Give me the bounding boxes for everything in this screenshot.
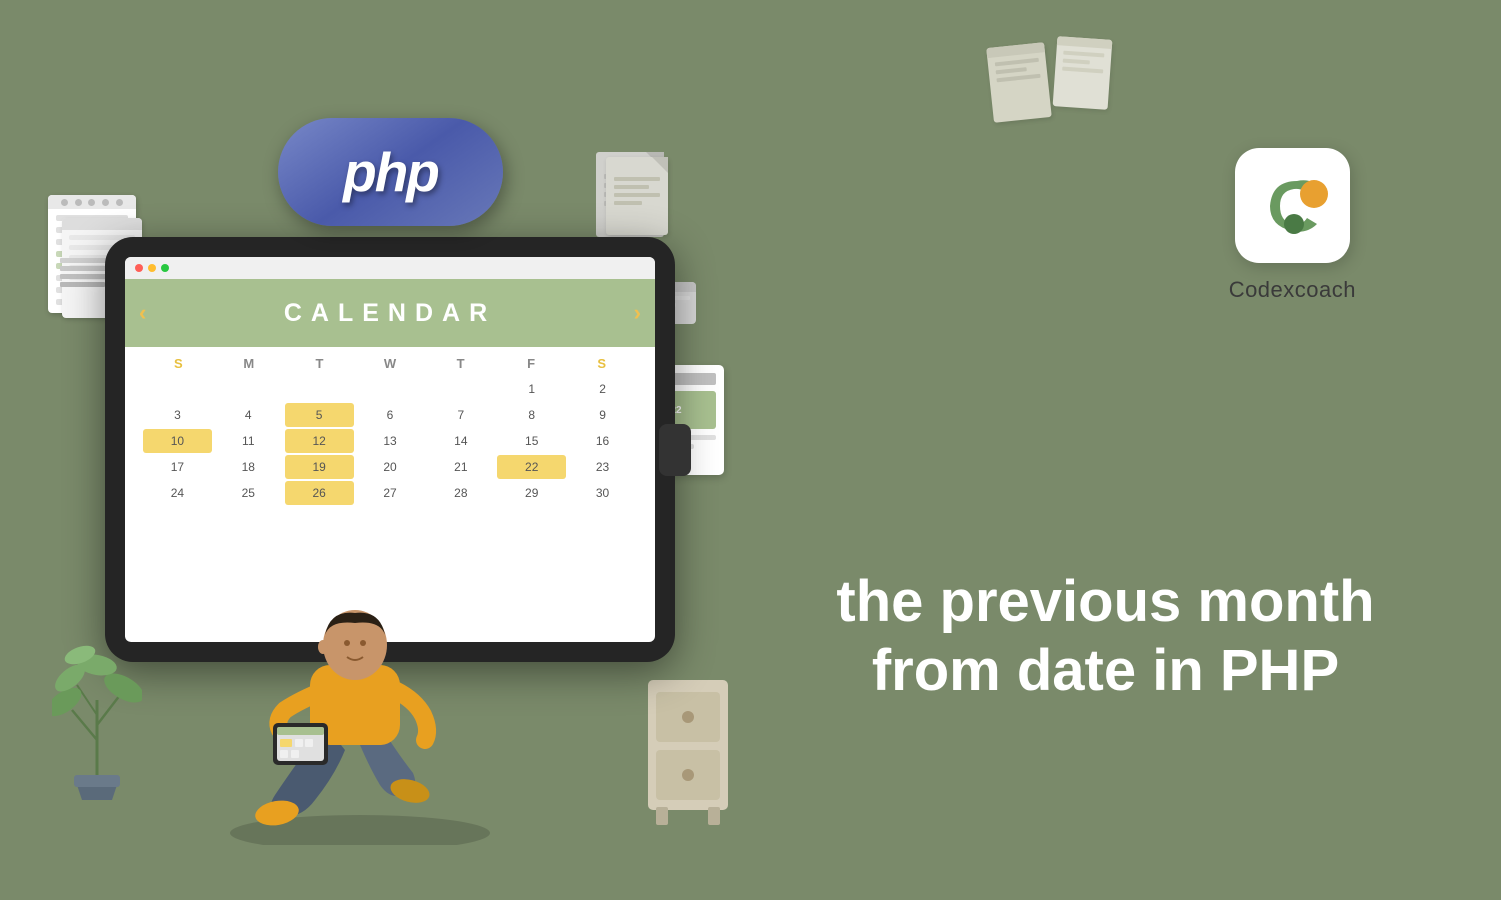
person-illustration <box>185 505 535 850</box>
day-tue: T <box>284 353 355 374</box>
cal-day-24: 24 <box>143 481 212 505</box>
cal-day-9: 9 <box>568 403 637 427</box>
calendar-grid: 1 2 3 4 5 6 7 8 9 10 11 12 13 14 <box>143 377 637 517</box>
cal-day-3: 3 <box>143 403 212 427</box>
table-row <box>214 377 283 401</box>
calendar-body: S M T W T F S 1 2 <box>125 347 655 525</box>
calendar-title: CALENDAR <box>284 299 496 328</box>
tablet-home-button <box>659 424 691 476</box>
day-wed: W <box>355 353 426 374</box>
day-mon: M <box>214 353 285 374</box>
cal-day-22: 22 <box>497 455 566 479</box>
cal-day-17: 17 <box>143 455 212 479</box>
cal-day-20: 20 <box>356 455 425 479</box>
dot-green <box>161 264 169 272</box>
cal-day-5: 5 <box>285 403 354 427</box>
heading-line2: from date in PHP <box>760 637 1451 705</box>
cal-day-12: 12 <box>285 429 354 453</box>
cal-day-26: 26 <box>285 481 354 505</box>
cal-day-27: 27 <box>356 481 425 505</box>
table-row <box>285 377 354 401</box>
cal-day-18: 18 <box>214 455 283 479</box>
cal-day-29: 29 <box>497 481 566 505</box>
cal-day-11: 11 <box>214 429 283 453</box>
php-logo: php <box>278 118 503 226</box>
php-logo-text: php <box>343 140 438 204</box>
dot-red <box>135 264 143 272</box>
cal-day-30: 30 <box>568 481 637 505</box>
dot-yellow <box>148 264 156 272</box>
codexcoach-logo-area: Codexcoach <box>1229 148 1356 303</box>
cal-nav-right: › <box>634 300 641 326</box>
codexcoach-icon <box>1235 148 1350 263</box>
cal-nav-left: ‹ <box>139 300 146 326</box>
cal-day-1: 1 <box>497 377 566 401</box>
deco-cabinet <box>648 680 728 810</box>
browser-bar <box>125 257 655 279</box>
table-row <box>426 377 495 401</box>
cal-day-16: 16 <box>568 429 637 453</box>
deco-paper-top1 <box>986 42 1052 123</box>
cal-day-8: 8 <box>497 403 566 427</box>
cal-day-7: 7 <box>426 403 495 427</box>
cal-day-2: 2 <box>568 377 637 401</box>
cal-day-28: 28 <box>426 481 495 505</box>
table-row <box>143 377 212 401</box>
cal-day-10: 10 <box>143 429 212 453</box>
cal-day-6: 6 <box>356 403 425 427</box>
cal-day-15: 15 <box>497 429 566 453</box>
deco-paper-top2 <box>1053 36 1113 110</box>
calendar-header: ‹ CALENDAR › <box>125 279 655 347</box>
cal-day-4: 4 <box>214 403 283 427</box>
deco-doc-upper <box>606 157 668 235</box>
day-sat: S <box>566 353 637 374</box>
cal-day-19: 19 <box>285 455 354 479</box>
cal-day-21: 21 <box>426 455 495 479</box>
codexcoach-name: Codexcoach <box>1229 277 1356 303</box>
cal-day-25: 25 <box>214 481 283 505</box>
heading-line1: the previous month <box>760 568 1451 636</box>
table-row <box>356 377 425 401</box>
main-heading: the previous month from date in PHP <box>760 568 1451 705</box>
cal-day-14: 14 <box>426 429 495 453</box>
day-sun: S <box>143 353 214 374</box>
cal-day-13: 13 <box>356 429 425 453</box>
day-fri: F <box>496 353 567 374</box>
plant <box>52 600 142 805</box>
day-thu: T <box>425 353 496 374</box>
cal-day-23: 23 <box>568 455 637 479</box>
calendar-day-names: S M T W T F S <box>143 353 637 374</box>
